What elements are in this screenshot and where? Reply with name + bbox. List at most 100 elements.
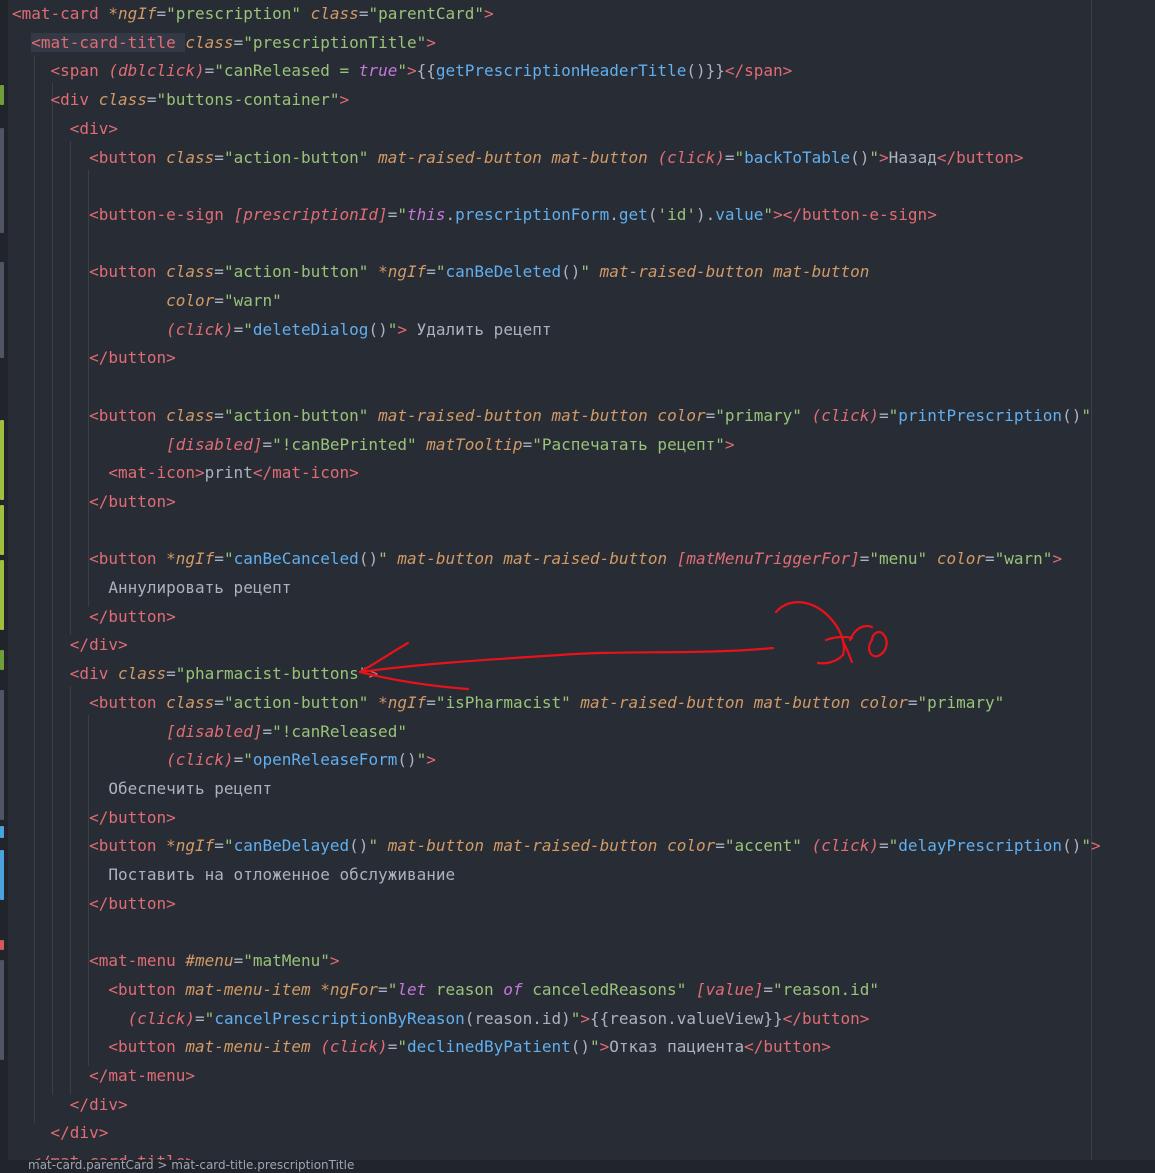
- code-token: get: [618, 204, 648, 224]
- code-token: (): [850, 147, 870, 167]
- code-line[interactable]: <button mat-menu-item *ngFor="let reason…: [12, 976, 879, 1004]
- code-token: <button: [108, 1037, 186, 1057]
- code-line[interactable]: Поставить на отложенное обслуживание: [12, 861, 455, 889]
- code-token: (dblclick): [108, 61, 205, 81]
- code-token: let: [397, 979, 427, 999]
- code-line[interactable]: <button *ngIf="canBeDelayed()" mat-butto…: [12, 832, 1101, 860]
- code-token: =: [214, 405, 224, 425]
- code-token: *ngIf: [108, 4, 157, 23]
- annotation-arrow: [358, 646, 775, 674]
- code-line[interactable]: <button class="action-button" *ngIf="can…: [12, 258, 869, 286]
- code-line[interactable]: color="warn": [12, 287, 282, 315]
- code-line[interactable]: <mat-icon>print</mat-icon>: [12, 459, 358, 487]
- code-token: >: [426, 32, 436, 52]
- code-token: ": [378, 549, 388, 569]
- code-line[interactable]: </button>: [12, 344, 176, 372]
- code-token: [disabled]: [166, 434, 263, 454]
- code-token: mat-menu-item: [185, 1037, 321, 1057]
- code-line[interactable]: </mat-menu>: [12, 1062, 195, 1090]
- code-line[interactable]: <mat-card-title class="prescriptionTitle…: [12, 29, 436, 57]
- code-token: mat-button mat-raised-button: [397, 549, 677, 569]
- code-token: >: [426, 750, 436, 770]
- gutter-change-marker: [0, 650, 4, 670]
- code-token: "!canBePrinted": [272, 434, 417, 454]
- code-line[interactable]: </mat-card-title>: [12, 1148, 195, 1160]
- code-token: <button: [89, 147, 167, 167]
- code-token: class: [166, 692, 215, 712]
- code-line[interactable]: Аннулировать рецепт: [12, 574, 291, 602]
- code-token: =: [233, 750, 244, 770]
- breadcrumb[interactable]: mat-card.parentCard > mat-card-title.pre…: [28, 1160, 354, 1172]
- code-line[interactable]: </div>: [12, 1091, 128, 1119]
- code-token: =: [233, 951, 244, 971]
- code-token: ": [888, 405, 899, 425]
- right-margin-guide: [1091, 0, 1092, 1160]
- code-token: true: [358, 61, 398, 81]
- code-line[interactable]: <button class="action-button" mat-raised…: [12, 402, 1091, 430]
- code-token: </button>: [782, 1008, 870, 1028]
- code-line[interactable]: <button mat-menu-item (click)="declinedB…: [12, 1033, 831, 1061]
- code-token: "parentCard": [368, 4, 485, 23]
- code-line[interactable]: <span (dblclick)="canReleased = true">{{…: [12, 57, 793, 85]
- code-token: >: [397, 319, 407, 339]
- code-token: #menu: [185, 951, 234, 971]
- code-token: class: [310, 4, 359, 23]
- code-line[interactable]: </div>: [12, 631, 128, 659]
- code-line[interactable]: </button>: [12, 804, 176, 832]
- code-line[interactable]: (click)="cancelPrescriptionByReason(reas…: [12, 1005, 870, 1033]
- code-token: </button>: [89, 893, 176, 913]
- code-token: =: [214, 147, 224, 167]
- code-token: <button: [108, 979, 186, 999]
- code-token: <button-e-sign: [89, 204, 234, 224]
- code-line[interactable]: <mat-card *ngIf="prescription" class="pa…: [12, 0, 494, 28]
- code-line[interactable]: [disabled]="!canBePrinted" matTooltip="Р…: [12, 431, 734, 459]
- code-editor[interactable]: <mat-card *ngIf="prescription" class="pa…: [0, 0, 1155, 1160]
- code-token: (: [647, 204, 658, 224]
- code-token: ></button-e-sign>: [773, 204, 937, 224]
- code-token: ": [869, 147, 880, 167]
- code-line[interactable]: Обеспечить рецепт: [12, 775, 272, 803]
- code-line[interactable]: </button>: [12, 488, 176, 516]
- code-line[interactable]: <button *ngIf="canBeCanceled()" mat-butt…: [12, 545, 1062, 573]
- code-token: =: [426, 692, 436, 712]
- code-line[interactable]: (click)="deleteDialog()"> Удалить рецепт: [12, 316, 551, 344]
- code-token: (): [1062, 405, 1082, 425]
- code-token: mat-raised-button mat-button color: [580, 692, 908, 712]
- code-token: ": [763, 204, 774, 224]
- code-line[interactable]: </button>: [12, 603, 176, 631]
- code-line[interactable]: <div>: [12, 115, 118, 143]
- code-token: (click): [811, 405, 880, 425]
- code-token: <mat-card-title: [31, 32, 186, 52]
- code-token: =: [426, 262, 436, 282]
- code-token: openReleaseForm: [252, 750, 398, 770]
- code-line[interactable]: <mat-menu #menu="matMenu">: [12, 947, 339, 975]
- code-token: *ngFor: [320, 979, 379, 999]
- code-line[interactable]: (click)="openReleaseForm()">: [12, 746, 436, 774]
- code-token: mat-raised-button mat-button color: [378, 405, 706, 425]
- code-token: "prescription": [166, 4, 301, 23]
- code-token: >: [368, 664, 379, 684]
- code-line[interactable]: [disabled]="!canReleased": [12, 718, 407, 746]
- code-line[interactable]: <button class="action-button" mat-raised…: [12, 144, 1023, 172]
- code-line[interactable]: <div class="pharmacist-buttons">: [12, 660, 378, 688]
- code-line[interactable]: </div>: [12, 1119, 109, 1147]
- code-token: "canReleased =: [214, 61, 359, 81]
- code-token: "action-button": [223, 405, 369, 425]
- code-line[interactable]: <button class="action-button" *ngIf="isP…: [12, 689, 1004, 717]
- code-token: </div>: [69, 1094, 128, 1114]
- code-line[interactable]: </button>: [12, 890, 176, 918]
- code-token: class: [185, 32, 234, 52]
- annotation-handwritten-word: [774, 601, 888, 665]
- code-line[interactable]: <div class="buttons-container">: [12, 86, 350, 114]
- code-line[interactable]: <button-e-sign [prescriptionId]="this.pr…: [12, 201, 937, 229]
- breadcrumb-bar[interactable]: mat-card.parentCard > mat-card-title.pre…: [0, 1160, 1155, 1173]
- code-token: </div>: [50, 1123, 109, 1143]
